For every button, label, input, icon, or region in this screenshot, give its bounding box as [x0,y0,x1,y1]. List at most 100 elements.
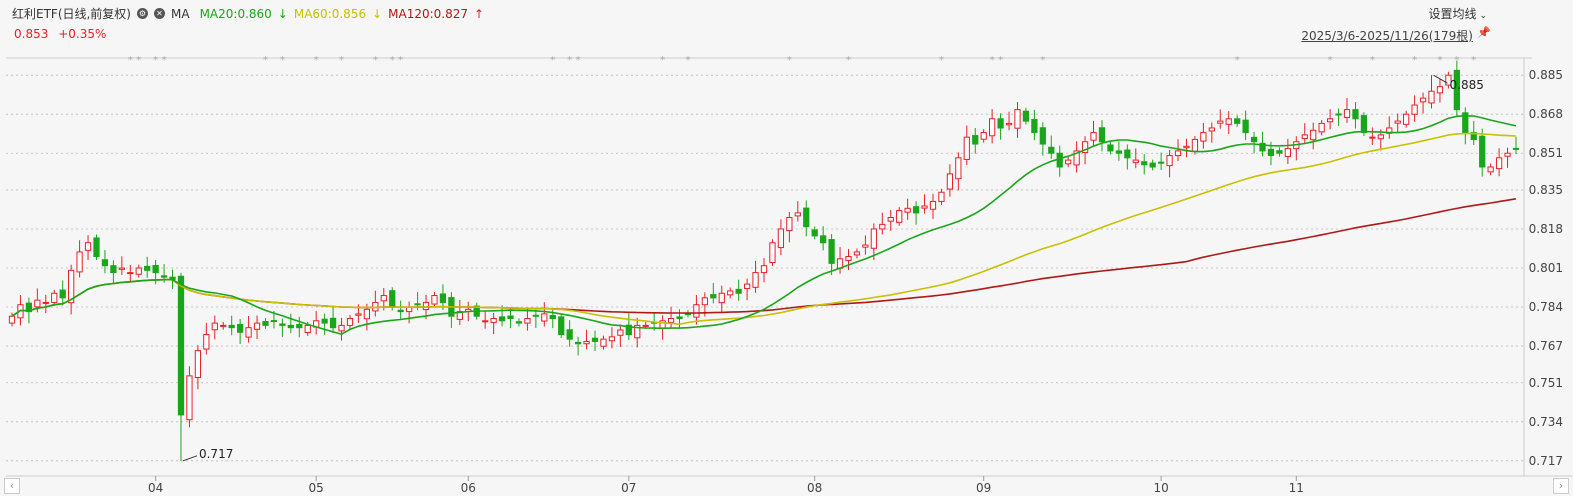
candle-body [1394,120,1401,124]
candle-body [329,317,337,329]
candle-body [1048,146,1055,154]
event-marker-icon: * [1437,55,1442,66]
candle-body [1436,86,1444,94]
event-marker-icon: * [939,55,944,66]
candle-body [76,251,83,273]
candle-body [1267,148,1275,157]
candle-body [862,244,869,248]
candle-body [566,329,573,340]
candle-body [101,259,109,267]
candle-body [389,290,396,308]
candlestick-chart[interactable]: 0.885 0.868 0.851 0.835 0.818 0.801 0.784 0.767… [0,0,1573,496]
candle-body [989,118,996,137]
candle-body [186,375,193,421]
candle-body [794,212,801,217]
candle-body [870,228,877,249]
candle-body [1208,127,1215,132]
candle-body [524,318,531,324]
candle-body [727,290,734,296]
candle-body [93,237,100,258]
candle-body [1284,148,1291,157]
candle-body [1200,132,1207,142]
scroll-left-button[interactable]: ‹ [4,478,20,494]
candle-body [34,299,41,308]
candle-body [1411,104,1418,115]
candle-body [1174,150,1182,157]
event-marker-icon: * [550,55,555,66]
event-marker-icon: * [1412,55,1417,66]
candle-body [532,314,539,317]
low-arrow [182,455,198,462]
candle-body [346,318,354,326]
candle-body [42,301,49,304]
candle-body [820,235,827,244]
candle-body [608,336,616,342]
event-marker-icon: * [339,55,344,66]
candle-body [946,173,954,190]
candle-body [743,283,751,289]
candle-body [338,324,345,332]
y-tick-label: 0.818 [1529,222,1563,236]
candle-body [1360,115,1368,134]
y-tick-label: 0.751 [1529,376,1563,390]
candle-body [574,341,582,345]
candle-body [211,322,218,331]
candle-body [1504,152,1511,157]
candle-body [1022,110,1030,122]
candle-body [997,118,1004,129]
candle-body [701,297,708,306]
y-tick-label: 0.784 [1529,300,1563,314]
high-label: 0.885 [1450,78,1484,92]
candle-body [1065,159,1072,165]
candle-body [203,334,210,350]
annotations: * * * * * * * * * * * * * * * * * * * * * * * * * * * * * 0.717 0.885 [128,55,1484,462]
candle-body [1157,161,1165,164]
candle-body [777,228,785,249]
candle-body [1428,90,1435,104]
candle-body [1343,109,1351,118]
candle-body [245,327,252,338]
candle-body [786,217,793,232]
event-marker-icon: * [787,55,792,66]
candle-body [498,316,506,322]
candle-body [1250,136,1258,143]
event-marker-icon: * [1235,55,1240,66]
candle-body [667,318,675,323]
y-tick-label: 0.868 [1529,107,1563,121]
candle-body [296,323,303,329]
candle-body [1124,149,1131,159]
candle-body [1335,113,1342,116]
candle-body [972,135,979,145]
event-marker-icon: * [1040,55,1045,66]
x-tick-label: 11 [1289,481,1304,495]
candle-body [803,207,810,228]
candle-body [51,292,58,303]
candle-body [1318,122,1325,133]
candle-body [921,205,928,209]
candle-body [1242,119,1249,134]
candle-body [152,264,159,274]
candle-body [642,324,649,327]
candle-body [600,338,607,347]
x-tick-label: 08 [807,481,822,495]
x-tick-label: 06 [461,481,476,495]
candle-body [1014,109,1021,129]
y-axis: 0.885 0.868 0.851 0.835 0.818 0.801 0.784 0.767… [1529,68,1563,468]
candle-body [980,132,987,140]
event-marker-icon: * [373,55,378,66]
candle-body [769,242,776,263]
candle-body [760,265,768,274]
candle-body [144,265,151,271]
x-tick-label: 09 [976,481,991,495]
candle-body [718,292,725,304]
candle-body [422,301,430,311]
x-tick-label: 04 [148,481,163,495]
candle-body [118,267,125,270]
candles [8,60,1520,461]
event-marker-icon: * [1328,55,1333,66]
candle-body [896,210,903,223]
scroll-right-button[interactable]: › [1553,478,1569,494]
candle-body [828,239,835,264]
event-marker-icon: * [280,55,285,66]
candle-body [1234,118,1241,124]
